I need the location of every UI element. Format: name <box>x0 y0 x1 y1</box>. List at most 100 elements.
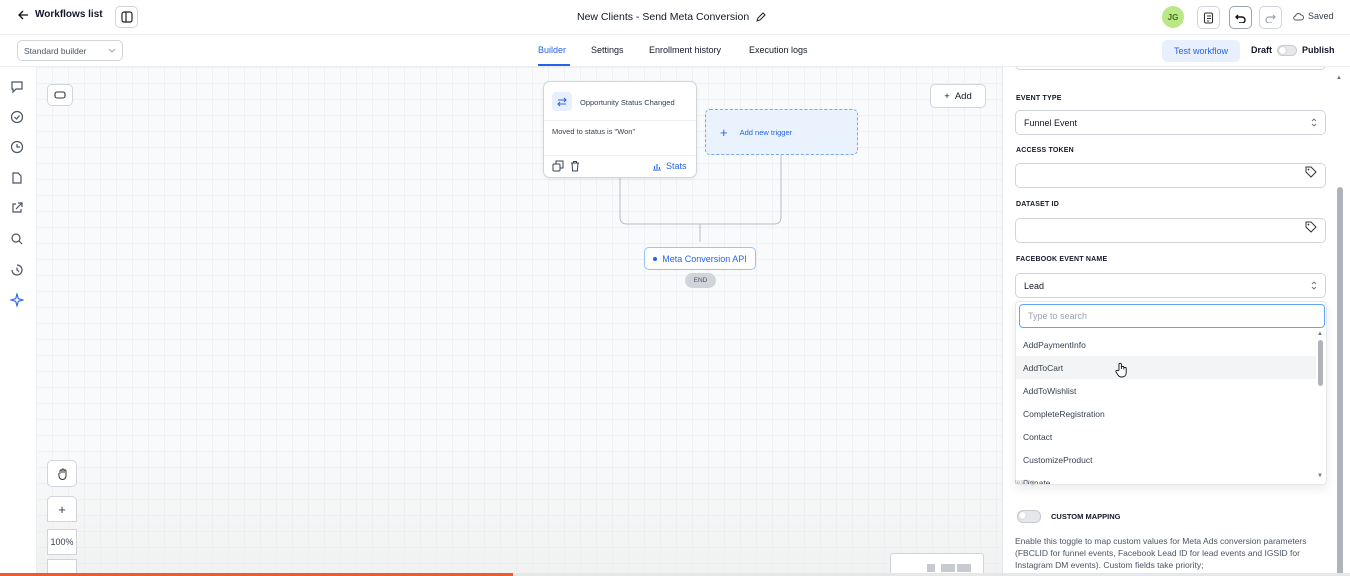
stats-label: Stats <box>666 161 687 171</box>
sub-bar: Standard builder Builder Settings Enroll… <box>0 35 1350 67</box>
end-node: END <box>685 273 716 288</box>
list-item[interactable]: Contact <box>1016 425 1316 448</box>
trigger-card[interactable]: Opportunity Status Changed Moved to stat… <box>543 81 697 178</box>
sidebar-toggle-button[interactable] <box>115 6 138 28</box>
publish-toggle[interactable] <box>1277 45 1297 56</box>
list-item[interactable]: CustomizeProduct <box>1016 448 1316 471</box>
event-type-value: Funnel Event <box>1024 117 1078 128</box>
panel-scroll-up-icon[interactable]: ▲ <box>1336 75 1342 81</box>
left-rail <box>0 67 36 576</box>
connector-lines <box>619 155 782 242</box>
back-label: Workflows list <box>35 9 103 20</box>
custom-mapping-description: Enable this toggle to map custom values … <box>1015 536 1307 570</box>
tab-execution-logs[interactable]: Execution logs <box>749 45 808 55</box>
tab-builder[interactable]: Builder <box>538 45 566 55</box>
publish-label: Publish <box>1302 45 1335 55</box>
zoom-level[interactable]: 100% <box>47 529 77 555</box>
workflow-title-text: New Clients - Send Meta Conversion <box>577 11 750 23</box>
meta-conversion-action-node[interactable]: Meta Conversion API <box>644 247 756 270</box>
arrow-left-icon <box>18 10 29 20</box>
history-icon[interactable] <box>10 263 24 277</box>
top-bar: Workflows list New Clients - Send Meta C… <box>0 0 1350 35</box>
event-type-select[interactable]: Funnel Event <box>1015 110 1326 135</box>
event-type-label: EVENT TYPE <box>1016 95 1062 102</box>
plus-icon: + <box>720 124 728 140</box>
scroll-down-arrow-icon[interactable]: ▼ <box>1317 473 1323 479</box>
saved-label: Saved <box>1308 11 1334 21</box>
list-item[interactable]: AddToCart <box>1016 356 1316 379</box>
custom-mapping-label: CUSTOM MAPPING <box>1051 512 1121 521</box>
custom-mapping-row: CUSTOM MAPPING <box>1017 510 1120 523</box>
zoom-in-button[interactable]: + <box>47 496 77 522</box>
list-item[interactable]: CompleteRegistration <box>1016 402 1316 425</box>
cloud-icon <box>1293 12 1304 21</box>
builder-select-value: Standard builder <box>24 45 87 56</box>
updown-icon <box>1311 118 1317 127</box>
list-item[interactable]: AddPaymentInfo <box>1016 333 1316 356</box>
trash-icon[interactable] <box>569 160 581 172</box>
chevron-down-icon <box>108 48 116 53</box>
redo-button[interactable] <box>1259 6 1282 29</box>
status-dot <box>653 256 658 261</box>
builder-type-select[interactable]: Standard builder <box>17 40 123 61</box>
minimap-block <box>957 564 971 572</box>
comment-icon[interactable] <box>10 80 24 94</box>
hand-icon <box>57 468 68 480</box>
external-link-icon[interactable] <box>10 201 24 215</box>
dropdown-search-input[interactable]: Type to search <box>1019 304 1325 328</box>
document-icon <box>1203 11 1214 24</box>
sparkle-icon[interactable] <box>10 293 24 307</box>
facebook-event-name-value: Lead <box>1024 280 1045 291</box>
redo-icon <box>1265 13 1276 23</box>
updown-icon <box>1311 281 1317 290</box>
minimap-block <box>927 564 935 572</box>
add-trigger-label: Add new trigger <box>739 127 793 137</box>
dataset-id-input[interactable] <box>1015 218 1326 243</box>
custom-mapping-toggle[interactable] <box>1017 510 1041 523</box>
trigger-condition: Moved to status is "Won" <box>552 127 636 136</box>
panel-icon <box>120 11 133 23</box>
check-circle-icon[interactable] <box>10 110 24 124</box>
pencil-icon[interactable] <box>756 12 766 22</box>
list-item[interactable]: Donate <box>1016 471 1316 485</box>
dataset-id-label: DATASET ID <box>1016 201 1059 208</box>
undo-button[interactable] <box>1229 6 1252 29</box>
back-to-workflows-link[interactable]: Workflows list <box>18 9 103 20</box>
tag-icon[interactable] <box>1305 221 1317 233</box>
trigger-name: Opportunity Status Changed <box>580 98 675 107</box>
pan-hand-button[interactable] <box>47 460 77 487</box>
swap-icon <box>552 92 572 111</box>
copy-icon[interactable] <box>552 160 564 172</box>
avatar[interactable]: JG <box>1162 6 1184 28</box>
dropdown-scrollbar[interactable] <box>1318 340 1323 386</box>
canvas-shade <box>36 447 1002 576</box>
minimap-block <box>941 564 955 572</box>
divider <box>544 155 696 156</box>
bar-chart-icon <box>652 162 662 171</box>
action-label: Meta Conversion API <box>662 253 747 264</box>
tab-enrollment-history[interactable]: Enrollment history <box>649 45 721 55</box>
active-tab-indicator <box>538 64 570 66</box>
tag-icon[interactable] <box>1305 166 1317 178</box>
stats-button[interactable]: Stats <box>652 161 687 171</box>
test-workflow-button[interactable]: Test workflow <box>1162 40 1240 62</box>
facebook-event-name-label: FACEBOOK EVENT NAME <box>1016 256 1108 263</box>
scroll-up-arrow-icon[interactable]: ▲ <box>1317 331 1323 337</box>
workflow-title[interactable]: New Clients - Send Meta Conversion <box>577 11 766 23</box>
cursor-hand-icon <box>1115 362 1129 378</box>
list-item[interactable]: AddToWishlist <box>1016 379 1316 402</box>
action-settings-panel: EVENT TYPE Funnel Event ACCESS TOKEN DAT… <box>1002 67 1350 576</box>
saved-status: Saved <box>1293 11 1334 21</box>
workflow-canvas[interactable]: + Add Opportunity Status Changed Moved t… <box>36 67 1002 576</box>
previous-field[interactable] <box>1015 67 1326 70</box>
clock-icon[interactable] <box>10 140 24 154</box>
file-icon[interactable] <box>10 171 24 185</box>
search-icon[interactable] <box>10 232 24 246</box>
tab-settings[interactable]: Settings <box>591 45 624 55</box>
draft-label: Draft <box>1251 45 1273 55</box>
add-new-trigger-button[interactable]: + Add new trigger <box>705 109 858 155</box>
facebook-event-name-select[interactable]: Lead <box>1015 273 1326 298</box>
notes-button[interactable] <box>1197 6 1220 29</box>
access-token-input[interactable] <box>1015 163 1326 188</box>
panel-scrollbar[interactable] <box>1337 187 1343 576</box>
